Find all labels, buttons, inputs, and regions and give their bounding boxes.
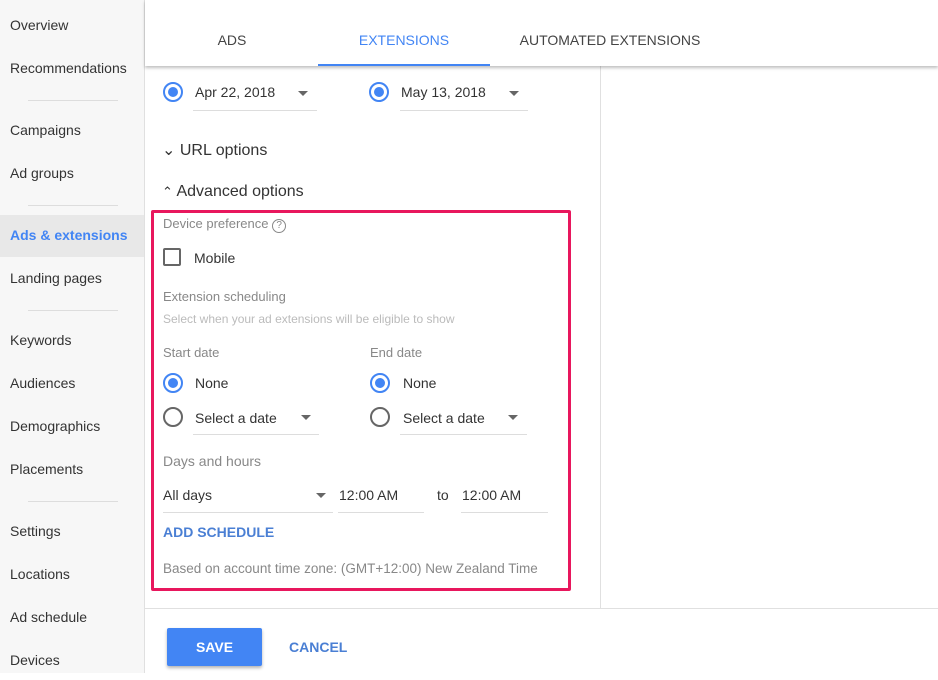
tab-ads[interactable]: ADS <box>185 0 279 66</box>
sidebar-item-keywords[interactable]: Keywords <box>0 320 144 360</box>
dropdown-caret-icon[interactable] <box>301 415 311 420</box>
end-date-custom-radio[interactable] <box>369 82 389 102</box>
dropdown-caret-icon[interactable] <box>316 493 326 498</box>
mobile-label: Mobile <box>194 250 236 266</box>
sidebar-item-devices[interactable]: Devices <box>0 640 144 680</box>
chevron-down-icon: ⌄ <box>162 142 176 159</box>
sidebar-item-ad-groups[interactable]: Ad groups <box>0 153 144 193</box>
cancel-button[interactable]: CANCEL <box>275 628 361 666</box>
divider <box>28 501 118 502</box>
start-none-label: None <box>195 375 229 391</box>
sidebar-item-overview[interactable]: Overview <box>0 5 144 45</box>
to-label: to <box>437 487 449 503</box>
sidebar-item-demographics[interactable]: Demographics <box>0 406 144 446</box>
sidebar-item-placements[interactable]: Placements <box>0 449 144 489</box>
sidebar-item-ads-extensions[interactable]: Ads & extensions <box>0 215 144 257</box>
end-date-value[interactable]: May 13, 2018 <box>401 84 486 100</box>
chevron-up-icon: ⌃ <box>162 184 173 199</box>
sidebar: Overview Recommendations Campaigns Ad gr… <box>0 0 145 673</box>
sidebar-item-landing-pages[interactable]: Landing pages <box>0 258 144 298</box>
from-time-field[interactable]: 12:00 AM <box>339 487 398 503</box>
divider <box>28 100 118 101</box>
start-select-date-dropdown[interactable]: Select a date <box>195 410 277 426</box>
sidebar-item-campaigns[interactable]: Campaigns <box>0 110 144 150</box>
end-none-radio[interactable] <box>370 373 390 393</box>
underline <box>461 512 548 513</box>
help-icon[interactable]: ? <box>272 219 287 233</box>
start-select-date-radio[interactable] <box>163 407 183 427</box>
url-options-toggle[interactable]: ⌄ URL options <box>162 140 267 160</box>
timezone-note: Based on account time zone: (GMT+12:00) … <box>163 561 538 576</box>
underline <box>338 512 424 513</box>
underline <box>400 434 527 435</box>
underline <box>400 110 528 111</box>
sidebar-item-settings[interactable]: Settings <box>0 511 144 551</box>
dropdown-caret-icon[interactable] <box>298 91 308 96</box>
divider <box>28 205 118 206</box>
start-date-label: Start date <box>163 345 220 360</box>
underline <box>163 512 333 513</box>
dropdown-caret-icon[interactable] <box>508 415 518 420</box>
save-button[interactable]: SAVE <box>167 628 262 666</box>
add-schedule-link[interactable]: ADD SCHEDULE <box>163 524 274 540</box>
mobile-checkbox[interactable] <box>163 248 181 266</box>
underline <box>193 434 319 435</box>
extension-scheduling-label: Extension scheduling <box>163 289 286 304</box>
sidebar-item-locations[interactable]: Locations <box>0 554 144 594</box>
start-none-radio[interactable] <box>163 373 183 393</box>
side-panel <box>600 66 938 608</box>
advanced-options-label: Advanced options <box>176 183 304 200</box>
sidebar-item-ad-schedule[interactable]: Ad schedule <box>0 597 144 637</box>
tab-automated-extensions[interactable]: AUTOMATED EXTENSIONS <box>505 0 715 66</box>
to-time-field[interactable]: 12:00 AM <box>462 487 521 503</box>
url-options-label: URL options <box>179 142 268 159</box>
tab-extensions[interactable]: EXTENSIONS <box>318 0 490 66</box>
extension-scheduling-hint: Select when your ad extensions will be e… <box>163 312 455 326</box>
start-date-custom-radio[interactable] <box>163 82 183 102</box>
dropdown-caret-icon[interactable] <box>509 91 519 96</box>
days-dropdown[interactable]: All days <box>163 487 212 503</box>
underline <box>193 110 317 111</box>
divider <box>28 310 118 311</box>
end-date-label: End date <box>370 345 423 360</box>
start-date-value[interactable]: Apr 22, 2018 <box>195 84 275 100</box>
end-none-label: None <box>403 375 437 391</box>
sidebar-item-audiences[interactable]: Audiences <box>0 363 144 403</box>
end-select-date-dropdown[interactable]: Select a date <box>403 410 485 426</box>
advanced-options-toggle[interactable]: ⌃ Advanced options <box>162 183 304 201</box>
device-preference-label: Device preference ? <box>163 216 287 233</box>
tab-bar: ADS EXTENSIONS AUTOMATED EXTENSIONS <box>145 0 938 66</box>
days-hours-label: Days and hours <box>163 453 262 469</box>
end-select-date-radio[interactable] <box>370 407 390 427</box>
sidebar-item-recommendations[interactable]: Recommendations <box>0 48 144 88</box>
footer: SAVE CANCEL <box>145 608 938 673</box>
